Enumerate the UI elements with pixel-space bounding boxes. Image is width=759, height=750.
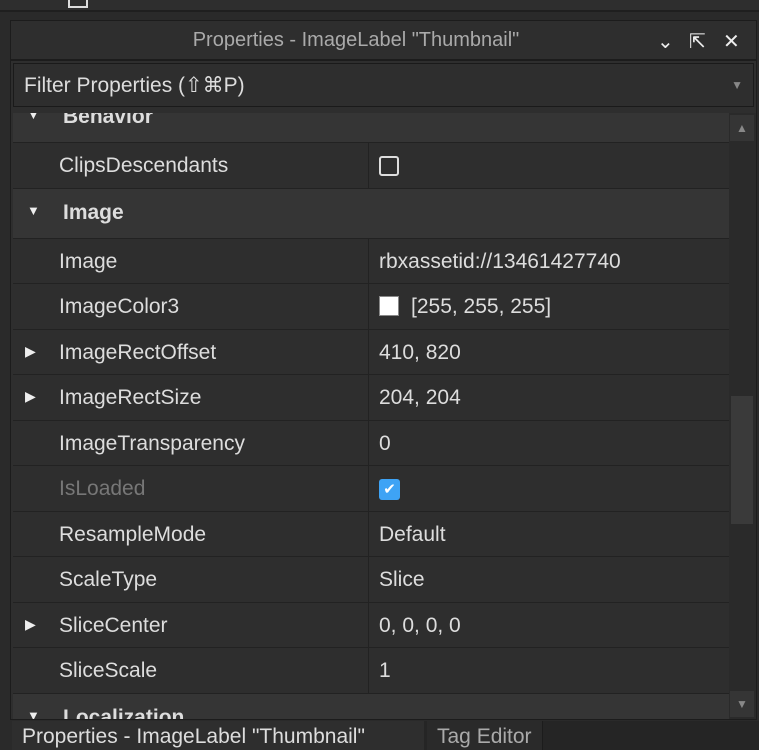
collapse-triangle-icon[interactable]: ▼ [27,203,40,218]
section-label: Behavior [63,113,153,128]
property-name: ImageRectOffset [59,340,217,364]
property-name: Image [59,249,118,273]
expand-triangle-icon[interactable]: ▶ [25,343,36,360]
property-value-cell[interactable]: 410, 820 [368,329,729,374]
properties-window: Properties - ImageLabel "Thumbnail" ⌄ ⇱ … [10,20,757,720]
property-row: ▶ ImageRectOffset 410, 820 [13,329,729,375]
scrollbar[interactable]: ▲ ▼ [729,113,756,719]
property-name: SliceCenter [59,613,168,637]
property-value-cell[interactable]: 204, 204 [368,375,729,420]
checkbox[interactable] [379,156,399,177]
top-panel-strip [0,0,759,12]
scroll-down-icon[interactable]: ▼ [730,691,754,717]
property-value[interactable]: 0 [379,432,391,455]
property-value[interactable]: Default [379,523,446,546]
filter-placeholder: Filter Properties (⇧⌘P) [24,74,245,97]
tab-properties[interactable]: Properties - ImageLabel "Thumbnail" [12,721,424,750]
undock-icon[interactable]: ⇱ [689,29,706,54]
scrollbar-thumb[interactable] [731,396,753,524]
close-icon[interactable]: ✕ [723,29,740,54]
property-name: ResampleMode [59,522,207,546]
tab-bar: Properties - ImageLabel "Thumbnail" Tag … [12,721,759,750]
property-name: ScaleType [59,568,158,591]
section-header-localization[interactable]: ▼ Localization [13,693,729,720]
property-row: ImageColor3 [255, 255, 255] [13,284,729,330]
panel-icon [68,0,88,8]
property-value[interactable]: [255, 255, 255] [411,295,551,318]
property-row: IsLoaded ✔ [13,466,729,512]
property-row: ScaleType Slice [13,557,729,603]
section-header-image[interactable]: ▼ Image [13,188,729,239]
window-title: Properties - ImageLabel "Thumbnail" [192,29,520,51]
property-value[interactable]: 0, 0, 0, 0 [379,614,461,637]
checkbox-checked: ✔ [379,478,400,500]
collapse-chevron-icon[interactable]: ⌄ [657,29,674,54]
property-value-cell[interactable]: Default [368,511,729,556]
property-name: ImageColor3 [59,295,180,318]
title-bar: Properties - ImageLabel "Thumbnail" ⌄ ⇱ … [11,21,756,61]
property-name: ImageTransparency [59,431,245,455]
collapse-triangle-icon[interactable]: ▼ [27,113,40,122]
property-value-cell[interactable]: Slice [368,557,729,602]
expand-triangle-icon[interactable]: ▶ [25,616,36,633]
properties-list: ▼ Behavior ClipsDescendants ▼ Image Image rbxa… [13,113,729,719]
section-label: Image [63,200,124,224]
property-value[interactable]: 204, 204 [379,386,461,409]
property-value-cell[interactable]: 0 [368,420,729,465]
property-value-cell[interactable] [368,143,729,188]
tab-tag-editor[interactable]: Tag Editor [427,721,543,750]
property-value[interactable]: 410, 820 [379,341,461,364]
scroll-up-icon[interactable]: ▲ [730,115,754,141]
property-name: ClipsDescendants [59,154,229,177]
property-value-cell[interactable]: 1 [368,648,729,693]
filter-properties-input[interactable]: Filter Properties (⇧⌘P) ▼ [13,63,754,107]
property-row: ResampleMode Default [13,511,729,557]
property-value-cell[interactable]: ✔ [368,466,729,511]
property-row: ▶ SliceCenter 0, 0, 0, 0 [13,602,729,648]
property-name: ImageRectSize [59,386,202,409]
property-value[interactable]: 1 [379,659,391,682]
property-value-cell[interactable]: rbxassetid://13461427740 [368,238,729,283]
property-name: SliceScale [59,659,158,682]
expand-triangle-icon[interactable]: ▶ [25,388,36,405]
property-row: SliceScale 1 [13,648,729,694]
property-value-cell[interactable]: [255, 255, 255] [368,284,729,329]
property-row: ClipsDescendants [13,143,729,189]
property-value-cell[interactable]: 0, 0, 0, 0 [368,602,729,647]
property-row: ▶ ImageRectSize 204, 204 [13,375,729,421]
collapse-triangle-icon[interactable]: ▼ [27,708,40,720]
property-row: ImageTransparency 0 [13,420,729,466]
property-value[interactable]: rbxassetid://13461427740 [379,250,621,273]
property-value[interactable]: Slice [379,568,425,591]
property-name: IsLoaded [59,477,146,500]
color-swatch[interactable] [379,296,399,316]
section-header-behavior[interactable]: ▼ Behavior [13,113,729,143]
property-row: Image rbxassetid://13461427740 [13,238,729,284]
filter-dropdown-icon[interactable]: ▼ [731,78,743,92]
section-label: Localization [63,705,185,720]
